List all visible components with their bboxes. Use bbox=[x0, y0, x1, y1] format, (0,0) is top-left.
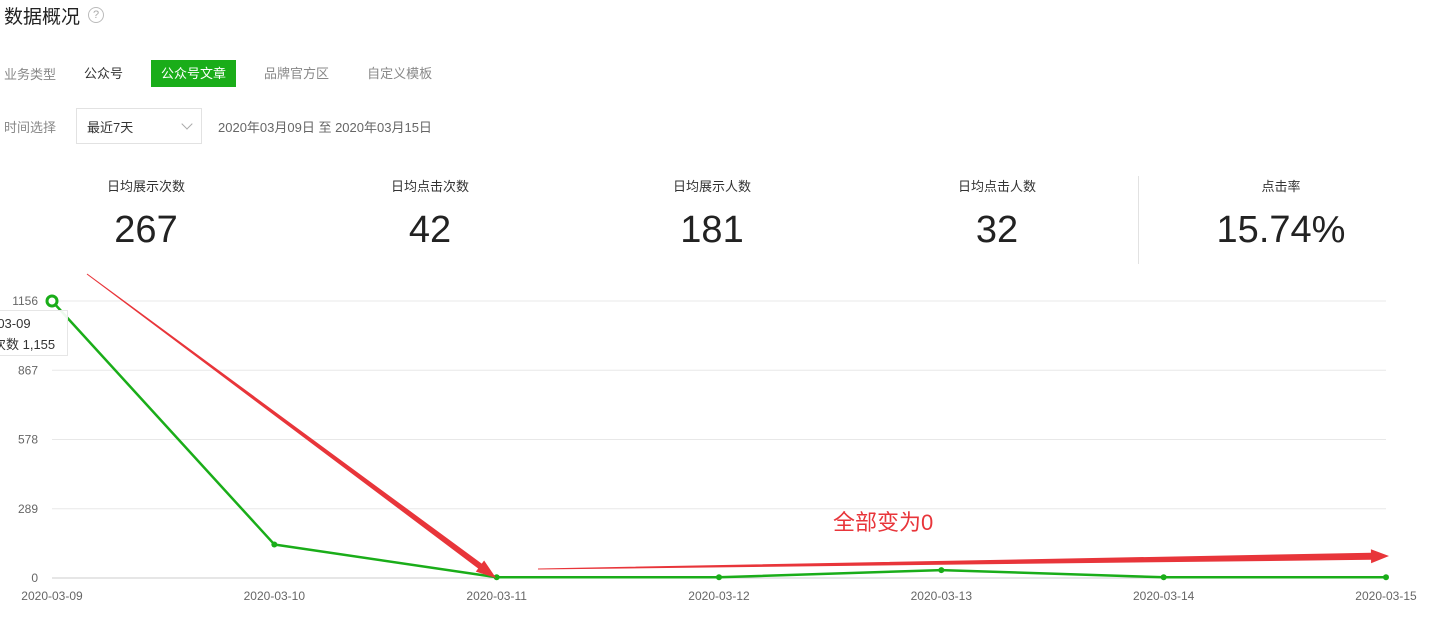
stat-value: 15.74% bbox=[1216, 209, 1346, 251]
data-point bbox=[1383, 574, 1389, 581]
time-select-label: 时间选择 bbox=[4, 119, 57, 135]
x-tick-label: 2020-03-13 bbox=[911, 589, 973, 603]
stat-daily-click-users: 日均点击人数 32 bbox=[872, 176, 1122, 252]
time-select-row: 时间选择 最近7天 2020年03月09日 至 2020年03月15日 bbox=[4, 107, 432, 145]
data-point bbox=[1160, 574, 1167, 581]
y-tick-label: 1156 bbox=[12, 294, 38, 308]
annotation-arrow-down bbox=[86, 273, 497, 578]
x-tick-label: 2020-03-10 bbox=[244, 589, 306, 603]
line-chart: 0 289 578 867 1156 2020-03-09 2020-03-10 2020-0… bbox=[12, 273, 1417, 603]
stat-daily-clicks: 日均点击次数 42 bbox=[305, 176, 555, 252]
business-type-row: 业务类型 公众号 公众号文章 品牌官方区 自定义模板 bbox=[4, 60, 460, 87]
stat-click-rate: 点击率 15.74% bbox=[1156, 176, 1406, 252]
stat-label: 日均展示次数 bbox=[106, 179, 185, 194]
data-point bbox=[716, 574, 722, 581]
tab-official-account-articles[interactable]: 公众号文章 bbox=[151, 60, 237, 87]
tab-official-account[interactable]: 公众号 bbox=[74, 60, 133, 87]
tab-brand-zone[interactable]: 品牌官方区 bbox=[254, 60, 339, 87]
x-tick-label: 2020-03-11 bbox=[466, 589, 527, 603]
y-tick-label: 289 bbox=[18, 502, 38, 516]
annotation-text: 全部变为0 bbox=[833, 510, 934, 535]
data-point-highlight bbox=[45, 294, 59, 308]
time-range-select[interactable]: 最近7天 bbox=[76, 108, 203, 144]
x-tick-label: 2020-03-09 bbox=[21, 589, 83, 603]
annotation-arrow-right bbox=[537, 549, 1389, 570]
help-icon[interactable]: ? bbox=[88, 7, 105, 23]
x-tick-label: 2020-03-14 bbox=[1133, 589, 1195, 603]
data-point bbox=[271, 541, 278, 548]
y-tick-label: 0 bbox=[31, 571, 38, 585]
stat-daily-impressions: 日均展示次数 267 bbox=[21, 176, 271, 252]
date-range-text: 2020年03月09日 至 2020年03月15日 bbox=[218, 119, 432, 135]
title-row: 数据概况 ? bbox=[4, 2, 105, 28]
stat-label: 日均点击次数 bbox=[390, 179, 469, 194]
stat-daily-impression-users: 日均展示人数 181 bbox=[587, 176, 837, 252]
stat-label: 日均点击人数 bbox=[957, 179, 1036, 194]
tab-custom-template[interactable]: 自定义模板 bbox=[357, 60, 442, 87]
stat-value: 32 bbox=[975, 209, 1019, 251]
stat-value: 42 bbox=[408, 209, 452, 251]
stat-label: 点击率 bbox=[1261, 179, 1301, 194]
time-range-selected: 最近7天 bbox=[87, 119, 134, 135]
tooltip-value: 次数 1,155 bbox=[0, 337, 56, 352]
chart-tooltip: -03-09 次数 1,155 bbox=[0, 310, 68, 356]
stat-divider bbox=[1138, 176, 1139, 264]
x-tick-label: 2020-03-15 bbox=[1355, 589, 1417, 603]
chevron-down-icon bbox=[181, 118, 193, 130]
stat-label: 日均展示人数 bbox=[672, 179, 751, 194]
stat-value: 267 bbox=[114, 209, 178, 251]
data-point bbox=[938, 567, 945, 574]
y-tick-label: 578 bbox=[18, 433, 38, 447]
business-type-label: 业务类型 bbox=[4, 67, 57, 82]
y-tick-label: 867 bbox=[18, 363, 38, 377]
x-tick-label: 2020-03-12 bbox=[688, 589, 750, 603]
page-title: 数据概况 bbox=[4, 6, 81, 28]
stat-value: 181 bbox=[680, 209, 744, 251]
tooltip-date: -03-09 bbox=[0, 316, 31, 331]
